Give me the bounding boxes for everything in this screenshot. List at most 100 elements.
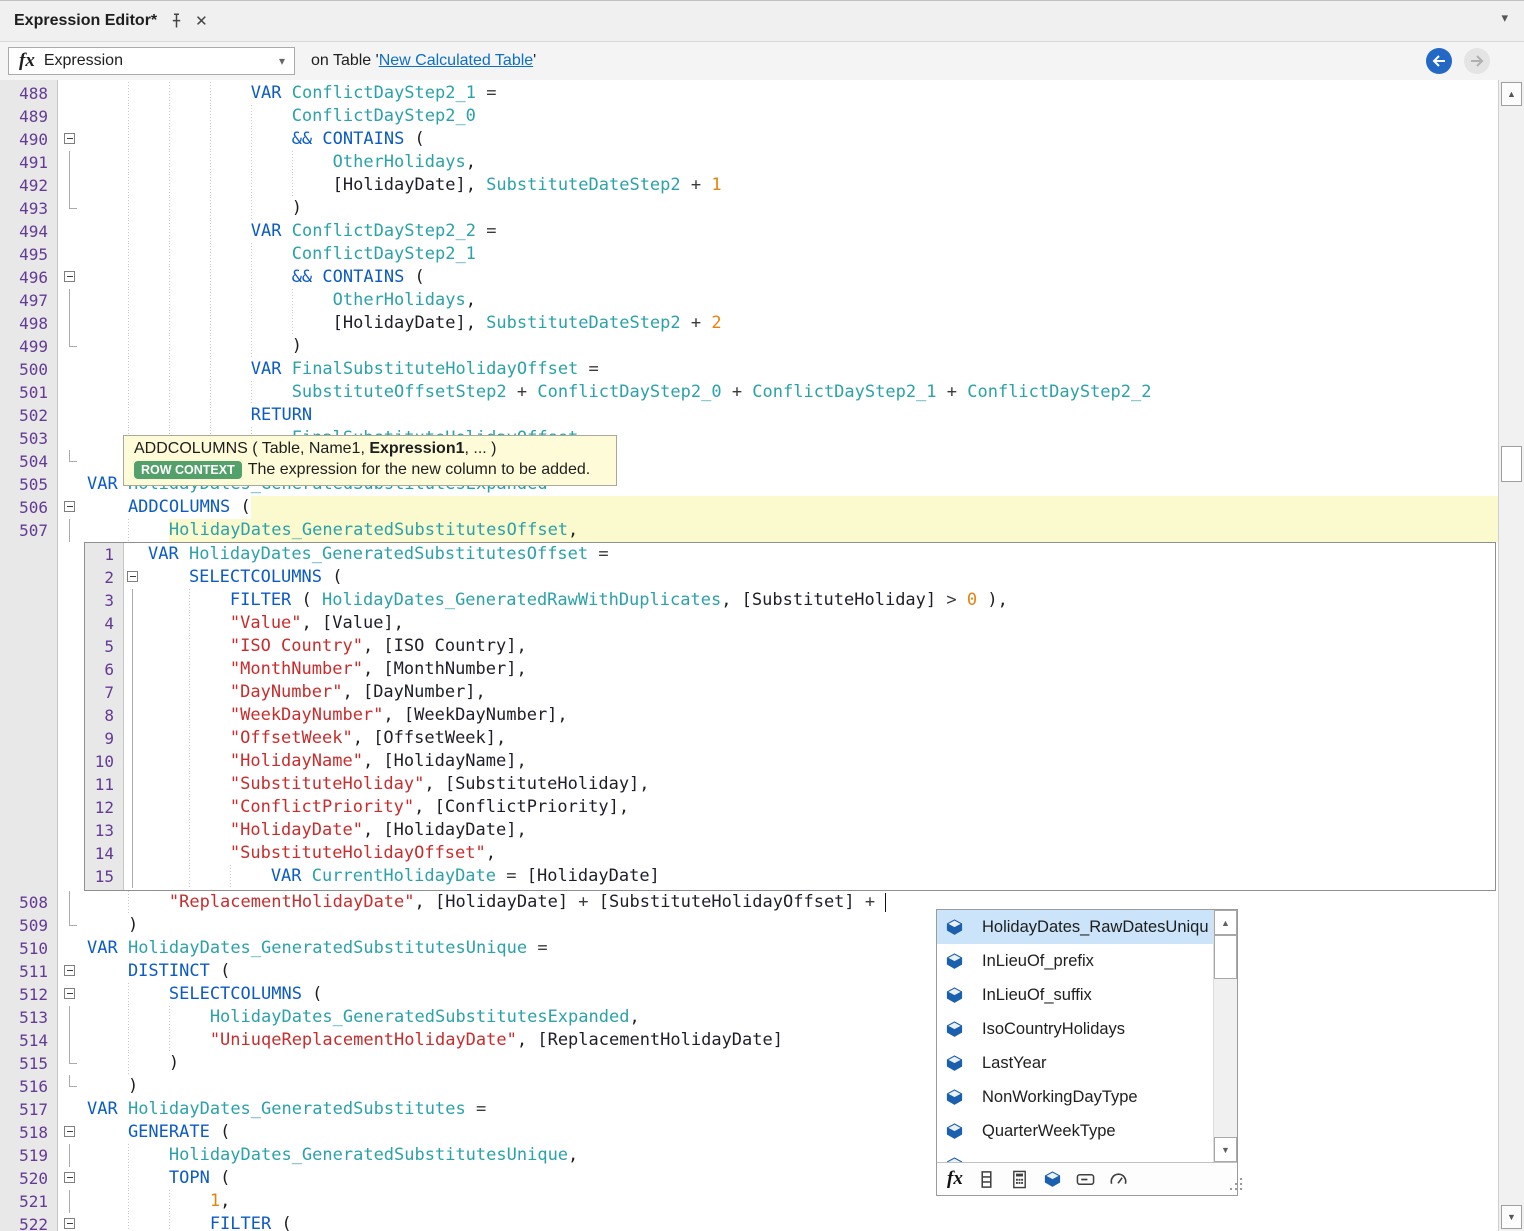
code-text[interactable]: [HolidayDate], SubstituteDateStep2 + 2	[84, 312, 1498, 335]
autocomplete-item[interactable]: IsoCountryHolidays	[937, 1012, 1237, 1046]
code-line[interactable]: 13"HolidayDate", [HolidayDate],	[85, 819, 1495, 842]
code-text[interactable]: "Value", [Value],	[145, 612, 1495, 635]
code-text[interactable]: )	[84, 197, 1498, 220]
code-text[interactable]: HolidayDates_GeneratedSubstitutesOffset,	[84, 519, 1498, 542]
code-line[interactable]: 507HolidayDates_GeneratedSubstitutesOffs…	[0, 519, 1498, 542]
code-line[interactable]: 491OtherHolidays,	[0, 151, 1498, 174]
code-text[interactable]: "SubstituteHolidayOffset",	[145, 842, 1495, 865]
navigate-forward-button[interactable]	[1464, 48, 1490, 74]
code-text[interactable]: RETURN	[84, 404, 1498, 427]
code-text[interactable]: FILTER ( HolidayDates_GeneratedRawWithDu…	[145, 589, 1495, 612]
scrollbar-thumb[interactable]	[1501, 446, 1522, 482]
code-text[interactable]: GENERATE (	[84, 1121, 1498, 1144]
table-link[interactable]: New Calculated Table	[379, 52, 533, 69]
code-line[interactable]: 501SubstituteOffsetStep2 + ConflictDaySt…	[0, 381, 1498, 404]
autocomplete-item[interactable]: HolidayDates_RawDatesUniqu	[937, 910, 1237, 944]
code-text[interactable]: SELECTCOLUMNS (	[84, 983, 1498, 1006]
code-line[interactable]: 495ConflictDayStep2_1	[0, 243, 1498, 266]
resize-grip[interactable]	[1230, 1188, 1232, 1190]
fold-collapse-marker[interactable]	[123, 566, 145, 589]
code-text[interactable]: VAR HolidayDates_GeneratedSubstitutesOff…	[145, 543, 1495, 566]
code-line[interactable]: 1VAR HolidayDates_GeneratedSubstitutesOf…	[85, 543, 1495, 566]
fold-collapse-marker[interactable]	[57, 960, 84, 983]
code-text[interactable]: "ConflictPriority", [ConflictPriority],	[145, 796, 1495, 819]
code-text[interactable]: "SubstituteHoliday", [SubstituteHoliday]…	[145, 773, 1495, 796]
code-text[interactable]: "MonthNumber", [MonthNumber],	[145, 658, 1495, 681]
code-text[interactable]: [HolidayDate], SubstituteDateStep2 + 1	[84, 174, 1498, 197]
code-text[interactable]: TOPN (	[84, 1167, 1498, 1190]
code-line[interactable]: 506ADDCOLUMNS (	[0, 496, 1498, 519]
code-line[interactable]: 509)	[0, 914, 1498, 937]
code-text[interactable]: VAR CurrentHolidayDate = [HolidayDate]	[145, 865, 1495, 888]
code-line[interactable]: 499)	[0, 335, 1498, 358]
peek-definition-editor[interactable]: 1VAR HolidayDates_GeneratedSubstitutesOf…	[84, 542, 1496, 891]
code-line[interactable]: 12"ConflictPriority", [ConflictPriority]…	[85, 796, 1495, 819]
code-text[interactable]: VAR HolidayDates_GeneratedSubstitutes =	[84, 1098, 1498, 1121]
code-line[interactable]: 5211,	[0, 1190, 1498, 1213]
code-line[interactable]: 502RETURN	[0, 404, 1498, 427]
code-line[interactable]: 6"MonthNumber", [MonthNumber],	[85, 658, 1495, 681]
code-line[interactable]: 520TOPN (	[0, 1167, 1498, 1190]
table-filter-icon[interactable]	[1043, 1170, 1062, 1189]
code-text[interactable]: "HolidayDate", [HolidayDate],	[145, 819, 1495, 842]
code-text[interactable]: ConflictDayStep2_1	[84, 243, 1498, 266]
scroll-up-icon[interactable]: ▲	[1214, 910, 1237, 935]
code-line[interactable]: 15VAR CurrentHolidayDate = [HolidayDate]	[85, 865, 1495, 888]
code-line[interactable]: 9"OffsetWeek", [OffsetWeek],	[85, 727, 1495, 750]
autocomplete-item[interactable]	[937, 1148, 1237, 1162]
code-line[interactable]: 7"DayNumber", [DayNumber],	[85, 681, 1495, 704]
fold-collapse-marker[interactable]	[57, 1121, 84, 1144]
chevron-down-icon[interactable]: ▾	[279, 54, 285, 68]
code-line[interactable]: 510VAR HolidayDates_GeneratedSubstitutes…	[0, 937, 1498, 960]
code-text[interactable]: && CONTAINS (	[84, 266, 1498, 289]
code-line[interactable]: 14"SubstituteHolidayOffset",	[85, 842, 1495, 865]
autocomplete-item[interactable]: LastYear	[937, 1046, 1237, 1080]
code-text[interactable]: OtherHolidays,	[84, 151, 1498, 174]
code-line[interactable]: 514"UniuqeReplacementHolidayDate", [Repl…	[0, 1029, 1498, 1052]
fold-collapse-marker[interactable]	[57, 983, 84, 1006]
autocomplete-item[interactable]: QuarterWeekType	[937, 1114, 1237, 1148]
window-chevron-down-icon[interactable]: ▾	[1501, 10, 1508, 26]
pin-icon[interactable]	[170, 13, 183, 29]
code-text[interactable]: SELECTCOLUMNS (	[145, 566, 1495, 589]
code-line[interactable]: 515)	[0, 1052, 1498, 1075]
autocomplete-scrollbar-thumb[interactable]	[1214, 935, 1237, 979]
fold-collapse-marker[interactable]	[57, 266, 84, 289]
code-line[interactable]: 8"WeekDayNumber", [WeekDayNumber],	[85, 704, 1495, 727]
navigate-back-button[interactable]	[1426, 48, 1452, 74]
code-text[interactable]: HolidayDates_GeneratedSubstitutesUnique,	[84, 1144, 1498, 1167]
code-line[interactable]: 519HolidayDates_GeneratedSubstitutesUniq…	[0, 1144, 1498, 1167]
scrollbar-down-icon[interactable]: ▼	[1501, 1205, 1522, 1229]
code-line[interactable]: 489ConflictDayStep2_0	[0, 105, 1498, 128]
code-line[interactable]: 3FILTER ( HolidayDates_GeneratedRawWithD…	[85, 589, 1495, 612]
code-text[interactable]: VAR HolidayDates_GeneratedSubstitutesUni…	[84, 937, 1498, 960]
code-line[interactable]: 498[HolidayDate], SubstituteDateStep2 + …	[0, 312, 1498, 335]
code-text[interactable]: OtherHolidays,	[84, 289, 1498, 312]
expression-selector[interactable]: fx Expression ▾	[8, 47, 295, 75]
code-line[interactable]: 518GENERATE (	[0, 1121, 1498, 1144]
fold-collapse-marker[interactable]	[57, 496, 84, 519]
autocomplete-item[interactable]: NonWorkingDayType	[937, 1080, 1237, 1114]
code-text[interactable]: )	[84, 1075, 1498, 1098]
code-text[interactable]: DISTINCT (	[84, 960, 1498, 983]
code-line[interactable]: 508"ReplacementHolidayDate", [HolidayDat…	[0, 891, 1498, 914]
code-text[interactable]: FILTER (	[84, 1213, 1498, 1231]
code-line[interactable]: 497OtherHolidays,	[0, 289, 1498, 312]
autocomplete-item[interactable]: InLieuOf_suffix	[937, 978, 1237, 1012]
code-text[interactable]: "OffsetWeek", [OffsetWeek],	[145, 727, 1495, 750]
code-line[interactable]: 522FILTER (	[0, 1213, 1498, 1231]
dax-code-editor[interactable]: 488VAR ConflictDayStep2_1 =489ConflictDa…	[0, 80, 1498, 1231]
code-line[interactable]: 516)	[0, 1075, 1498, 1098]
code-text[interactable]: VAR FinalSubstituteHolidayOffset =	[84, 358, 1498, 381]
code-line[interactable]: 5"ISO Country", [ISO Country],	[85, 635, 1495, 658]
code-text[interactable]: )	[84, 335, 1498, 358]
code-line[interactable]: 490&& CONTAINS (	[0, 128, 1498, 151]
code-text[interactable]: "DayNumber", [DayNumber],	[145, 681, 1495, 704]
code-line[interactable]: 511DISTINCT (	[0, 960, 1498, 983]
code-line[interactable]: 512SELECTCOLUMNS (	[0, 983, 1498, 1006]
code-line[interactable]: 11"SubstituteHoliday", [SubstituteHolida…	[85, 773, 1495, 796]
autocomplete-item[interactable]: InLieuOf_prefix	[937, 944, 1237, 978]
code-text[interactable]: VAR ConflictDayStep2_2 =	[84, 220, 1498, 243]
fold-collapse-marker[interactable]	[57, 1167, 84, 1190]
scrollbar-up-icon[interactable]: ▲	[1501, 82, 1522, 106]
